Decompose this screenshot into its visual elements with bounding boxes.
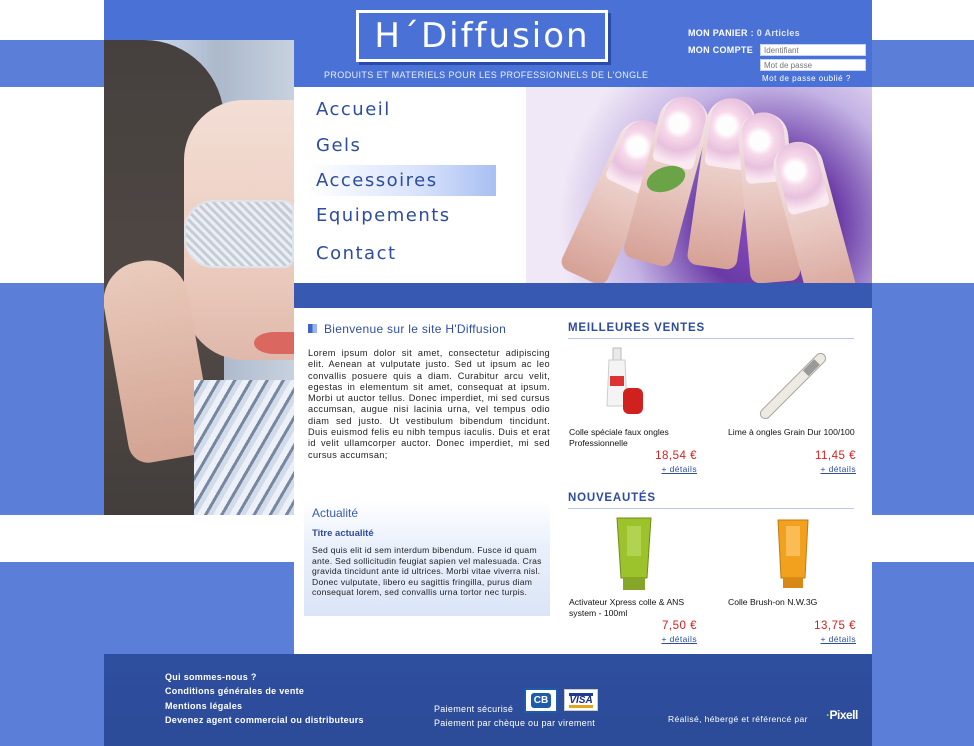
login-id-input[interactable] (760, 44, 866, 56)
logo[interactable]: H´Diffusion (356, 10, 608, 62)
footer: Qui sommes-nous ? Conditions générales d… (104, 654, 872, 746)
visa-card-icon: VISA (564, 689, 598, 711)
nail-file-image (759, 352, 827, 420)
forgot-password-link[interactable]: Mot de passe oublié ? (762, 74, 851, 83)
credit-text: Réalisé, hébergé et référencé par (668, 714, 808, 724)
product-price: 18,54 € (655, 450, 697, 462)
news-item-title[interactable]: Titre actualité (312, 528, 374, 539)
product-price: 11,45 € (814, 450, 856, 462)
product-name[interactable]: Colle Brush-on N.W.3G (728, 597, 858, 608)
nav-item-accueil[interactable]: Accueil (316, 99, 391, 120)
news-title: Actualité (312, 506, 359, 520)
visa-label: VISA (569, 692, 593, 708)
glue-bottle-image (606, 347, 643, 414)
footer-link-about[interactable]: Qui sommes-nous ? (165, 670, 364, 684)
orange-tube-image (777, 519, 809, 588)
cart-link[interactable]: MON PANIER : 0 Articles (688, 28, 800, 38)
welcome-title: Bienvenue sur le site H'Diffusion (308, 322, 506, 336)
welcome-text: Lorem ipsum dolor sit amet, consectetur … (308, 348, 550, 460)
footer-link-agent[interactable]: Devenez agent commercial ou distributeur… (165, 713, 364, 727)
news-box: Actualité Titre actualité Sed quis elit … (304, 500, 550, 616)
footer-link-terms[interactable]: Conditions générales de vente (165, 684, 364, 698)
cart-count: : 0 Articles (750, 28, 800, 38)
product-name[interactable]: Activateur Xpress colle & ANS system - 1… (569, 597, 699, 618)
footer-link-legal[interactable]: Mentions légales (165, 699, 364, 713)
product-details-link[interactable]: + détails (821, 634, 857, 644)
nails-photo (526, 87, 872, 283)
main-nav: Accueil Gels Accessoires Equipements Con… (294, 87, 526, 283)
content-topbar (294, 283, 872, 308)
photo-overlay (104, 40, 294, 515)
payment-other: Paiement par chèque ou par virement (434, 718, 596, 728)
product-details-link[interactable]: + détails (662, 464, 698, 474)
product-name[interactable]: Lime à ongles Grain Dur 100/100 (728, 427, 858, 438)
nav-item-equipements[interactable]: Equipements (316, 205, 451, 226)
green-tube-image (616, 517, 652, 590)
footer-links: Qui sommes-nous ? Conditions générales d… (165, 670, 364, 727)
product-details-link[interactable]: + détails (821, 464, 857, 474)
product-name[interactable]: Colle spéciale faux ongles Professionnel… (569, 427, 699, 448)
cb-card-icon: CB (524, 688, 558, 713)
welcome-title-text: Bienvenue sur le site H'Diffusion (324, 322, 507, 336)
best-sellers-title: MEILLEURES VENTES (568, 322, 854, 339)
login-password-input[interactable] (760, 59, 866, 71)
tagline: PRODUITS ET MATERIELS POUR LES PROFESSIO… (324, 70, 649, 80)
pixell-logo[interactable]: ·Pixell (826, 708, 858, 722)
product-details-link[interactable]: + détails (662, 634, 698, 644)
new-products-title: NOUVEAUTÉS (568, 492, 854, 509)
pixell-brand: Pixell (829, 708, 859, 722)
cb-label: CB (530, 693, 552, 708)
cart-label: MON PANIER (688, 28, 748, 38)
site-container: H´Diffusion PRODUITS ET MATERIELS POUR L… (104, 0, 872, 746)
product-price: 7,50 € (662, 620, 697, 632)
account-label: MON COMPTE (688, 45, 753, 55)
model-photo (104, 40, 294, 515)
square-bullet-icon (308, 324, 317, 333)
news-text: Sed quis elit id sem interdum bibendum. … (312, 545, 542, 598)
nav-item-accessoires[interactable]: Accessoires (308, 165, 496, 196)
main-content: Bienvenue sur le site H'Diffusion Lorem … (294, 308, 872, 654)
nav-item-gels[interactable]: Gels (316, 135, 361, 156)
nav-item-contact[interactable]: Contact (316, 243, 397, 264)
logo-text: H´Diffusion (374, 16, 590, 56)
product-price: 13,75 € (814, 620, 856, 632)
